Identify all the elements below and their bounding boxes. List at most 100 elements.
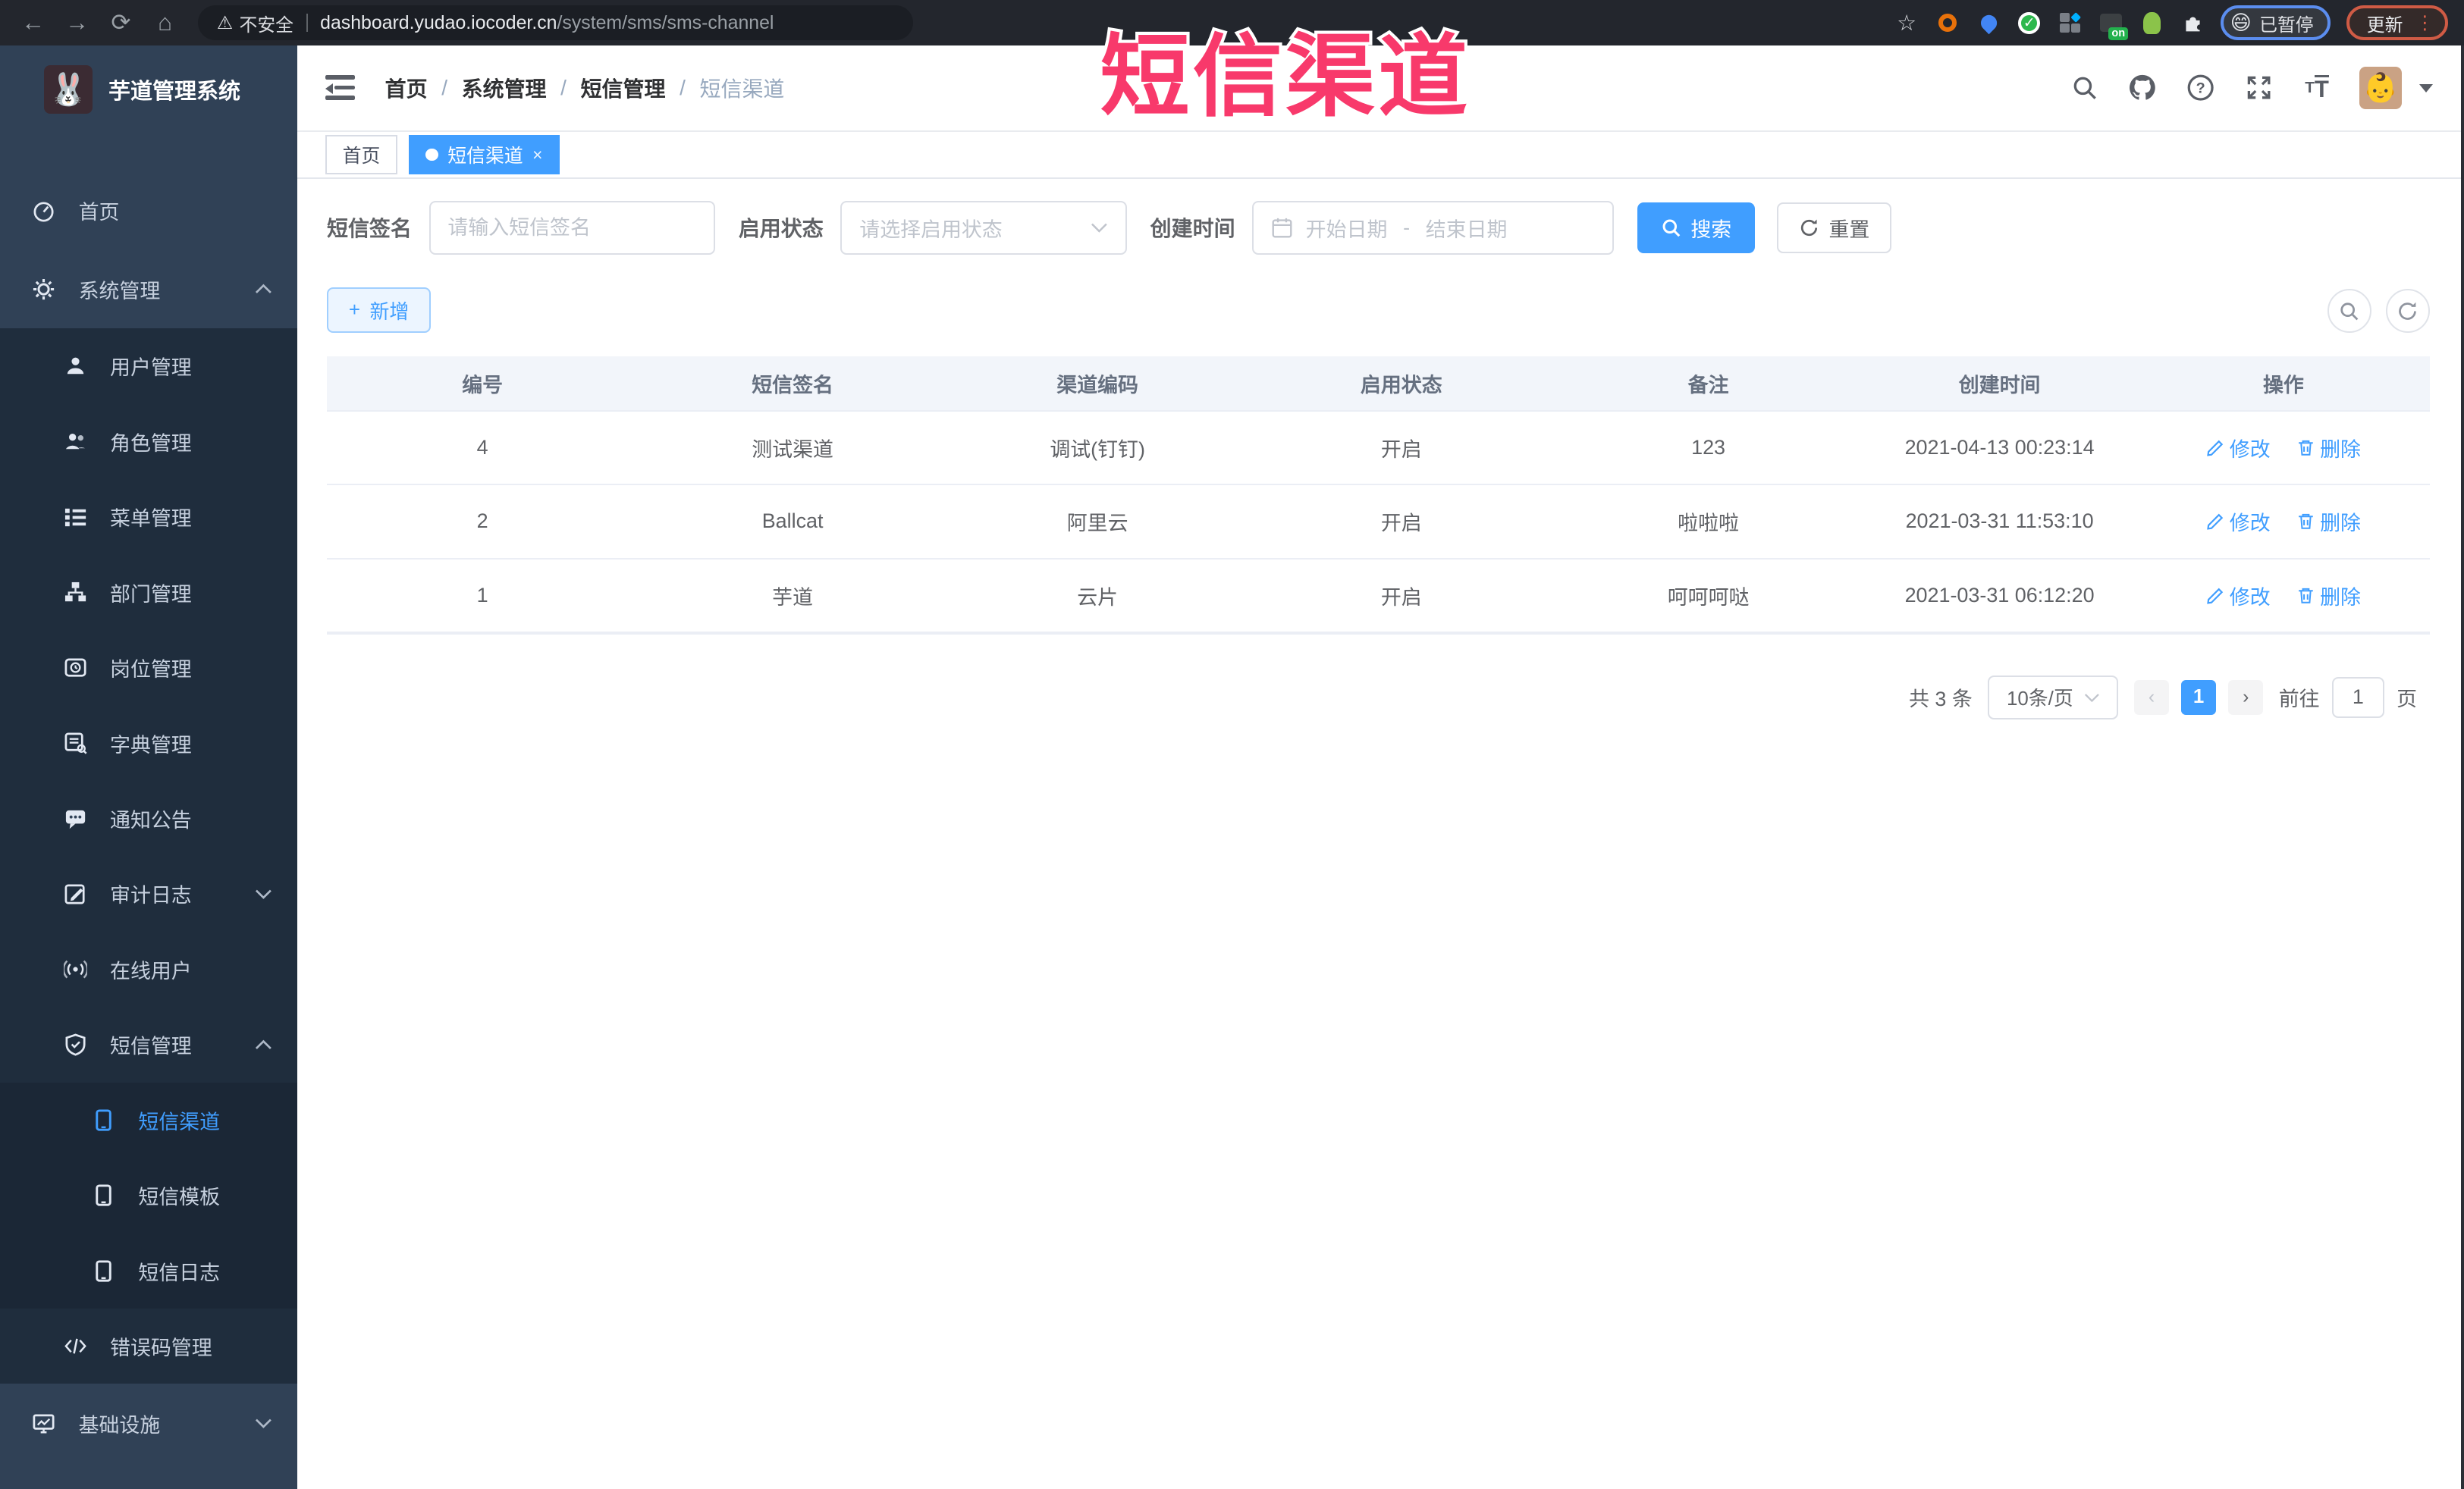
table-row: 4 测试渠道 调试(钉钉) 开启 123 2021-04-13 00:23:14… [326,411,2430,486]
reset-button[interactable]: 重置 [1777,202,1892,253]
sidebar-item-system[interactable]: 系统管理 [0,249,297,328]
date-range-picker[interactable]: 开始日期 - 结束日期 [1252,201,1614,255]
badge-icon [63,655,88,680]
sidebar-item-menus[interactable]: 菜单管理 [0,479,297,554]
delete-link[interactable]: 删除 [2296,581,2361,610]
svg-text:?: ? [2196,80,2205,97]
online-user-icon [63,957,88,982]
sidebar-item-sms[interactable]: 短信管理 [0,1007,297,1082]
extension-green-figure-icon[interactable] [2139,10,2164,35]
breadcrumb-sms[interactable]: 短信管理 [581,73,666,103]
users-icon [63,429,88,454]
table-row: 1 芋道 云片 开启 呵呵呵哒 2021-03-31 06:12:20 修改 删… [326,559,2430,633]
close-icon[interactable]: × [532,145,542,165]
sidebar-item-notice[interactable]: 通知公告 [0,781,297,856]
edit-icon [2206,514,2223,531]
home-icon[interactable]: ⌂ [148,5,183,40]
kebab-menu-icon[interactable]: ⋮ [2415,11,2434,34]
sidebar-item-sms-channel[interactable]: 短信渠道 [0,1082,297,1158]
sign-input[interactable] [428,201,715,255]
sign-label: 短信签名 [326,217,412,241]
github-icon[interactable] [2127,72,2158,103]
warning-icon: ⚠ [216,12,234,33]
back-icon[interactable]: ← [16,5,51,40]
search-icon[interactable] [2069,72,2100,103]
help-icon[interactable]: ? [2185,72,2216,103]
search-button[interactable]: 搜索 [1637,202,1756,253]
extension-blue-pin-icon[interactable] [1976,10,2001,35]
sidebar-item-departments[interactable]: 部门管理 [0,554,297,629]
delete-link[interactable]: 删除 [2296,433,2361,462]
refresh-button[interactable] [2385,289,2430,334]
extension-on-badge-icon[interactable] [2098,10,2129,40]
reload-icon[interactable]: ⟳ [104,5,139,40]
sidebar-item-error-code[interactable]: 错误码管理 [0,1309,297,1384]
extensions-puzzle-icon[interactable] [2180,10,2205,35]
plus-icon: + [348,299,361,321]
breadcrumb-home[interactable]: 首页 [385,73,428,103]
forward-icon[interactable]: → [60,5,95,40]
logo-row[interactable]: 🐰 芋道管理系统 [0,45,297,133]
profile-emoji: 😄 [2230,11,2252,34]
app-frame: 🐰 芋道管理系统 首页 系统管理 用户管理 角色管理 菜单管理 部门管理 岗位管… [0,45,2464,1489]
table-row: 2 Ballcat 阿里云 开启 啦啦啦 2021-03-31 11:53:10… [326,485,2430,560]
chevron-down-icon [1091,222,1108,234]
sidebar-item-sms-log[interactable]: 短信日志 [0,1233,297,1309]
sign-input-field[interactable] [447,215,696,240]
goto-page-input[interactable] [2332,676,2384,718]
security-warning[interactable]: ⚠ 不安全 [217,10,293,36]
sidebar-item-online-users[interactable]: 在线用户 [0,932,297,1007]
profile-chip[interactable]: 😄 已暂停 [2221,5,2331,40]
calendar-icon [1271,217,1293,239]
sidebar-item-sms-template[interactable]: 短信模板 [0,1158,297,1234]
pagination: 共 3 条 10条/页 ‹ 1 › 前往 1 页 [327,675,2430,719]
caret-down-icon[interactable] [2418,83,2433,93]
tag-sms-channel[interactable]: 短信渠道 × [408,135,560,174]
edit-link[interactable]: 修改 [2206,506,2271,536]
extension-orange-ring-icon[interactable] [1935,10,1960,35]
page-size-select[interactable]: 10条/页 [1988,675,2119,719]
update-button[interactable]: 更新 ⋮ [2346,5,2449,40]
avatar[interactable]: 👶 [2359,67,2402,110]
extension-grid-icon[interactable] [2058,10,2083,35]
sidebar-item-infrastructure[interactable]: 基础设施 [0,1384,297,1462]
screen: 短信渠道 ← → ⟳ ⌂ ⚠ 不安全 dashboard.yudao.iocode… [0,0,2464,1489]
add-button[interactable]: + 新增 [326,287,432,334]
annotation-title: 短信渠道 [1097,24,1471,130]
goto-label: 前往 [2278,688,2320,711]
main-area: 首页 / 系统管理 / 短信管理 / 短信渠道 ? T T 👶 首页 短信渠道 … [297,45,2464,1489]
font-size-icon[interactable]: TT [2301,72,2332,103]
menu-list-icon [63,504,88,529]
search-icon [2340,303,2359,321]
shield-icon [63,1032,88,1057]
edit-link[interactable]: 修改 [2206,581,2271,610]
sidebar-item-posts[interactable]: 岗位管理 [0,630,297,705]
refresh-icon [1800,219,1818,237]
bookmark-star-icon[interactable]: ☆ [1894,10,1919,36]
sidebar-item-dict[interactable]: 字典管理 [0,705,297,780]
fullscreen-icon[interactable] [2243,72,2274,103]
sidebar-item-roles[interactable]: 角色管理 [0,403,297,478]
search-toggle-button[interactable] [2327,289,2371,334]
header-actions: 操作 [2262,374,2304,397]
sidebar-item-audit-log[interactable]: 审计日志 [0,856,297,931]
next-page-button[interactable]: › [2228,680,2264,715]
delete-link[interactable]: 删除 [2296,506,2361,536]
prev-page-button[interactable]: ‹ [2134,680,2169,715]
page-number-1[interactable]: 1 [2181,680,2216,715]
tag-home[interactable]: 首页 [325,135,398,174]
monitor-icon [31,1411,56,1436]
edit-link[interactable]: 修改 [2206,433,2271,462]
extension-green-check-icon[interactable]: ✓ [2017,10,2042,35]
tags-view: 首页 短信渠道 × [297,132,2462,180]
status-select[interactable]: 请选择启用状态 [840,201,1127,255]
breadcrumb-system[interactable]: 系统管理 [462,73,547,103]
sidebar-item-home[interactable]: 首页 [0,171,297,250]
end-date-placeholder: 结束日期 [1425,218,1508,241]
chevron-down-icon [2084,693,2100,702]
user-icon [63,353,88,378]
sidebar-toggle-icon[interactable] [325,75,356,100]
sidebar-item-users[interactable]: 用户管理 [0,328,297,403]
status-label: 启用状态 [738,217,824,241]
address-bar[interactable]: ⚠ 不安全 dashboard.yudao.iocoder.cn/system/s… [198,5,913,40]
